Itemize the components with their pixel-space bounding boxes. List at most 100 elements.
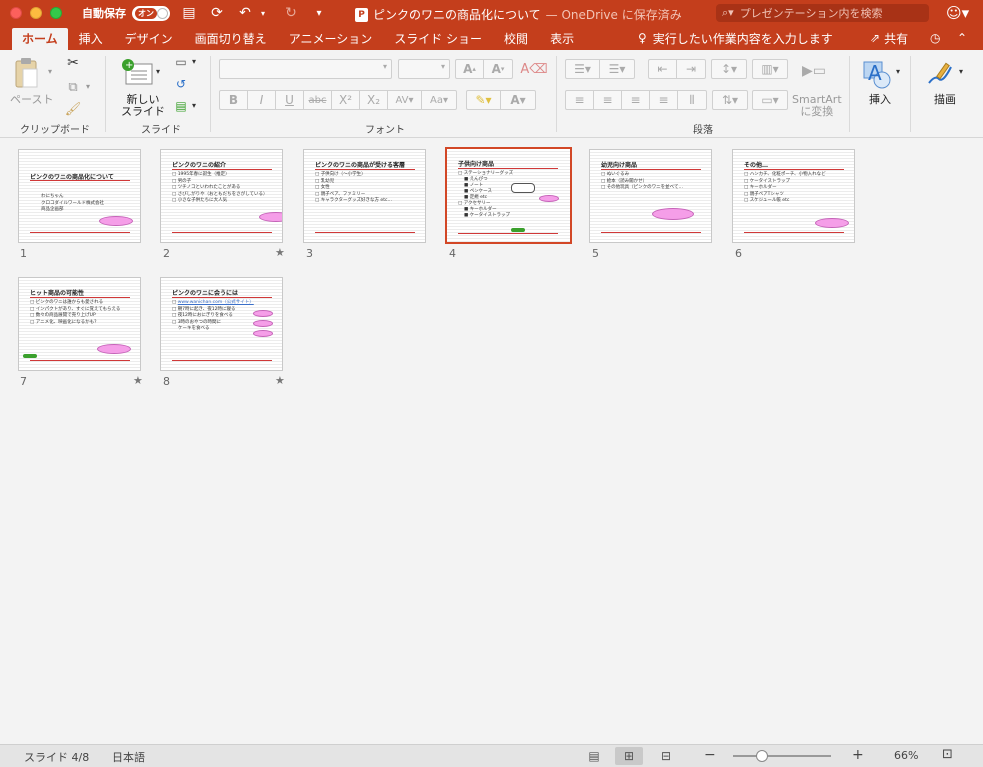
underline-icon[interactable]: U bbox=[276, 91, 304, 109]
clear-formatting-icon[interactable]: A⌫ bbox=[520, 59, 548, 79]
subscript-icon[interactable]: X₂ bbox=[360, 91, 388, 109]
slide-text-line: 商品企画部 bbox=[41, 207, 64, 212]
bullets-icon[interactable]: ☰▾ bbox=[566, 60, 600, 78]
slide-body: □ ハンカチ、化粧ポーチ、小物入れなど □ ケータイストラップ □ キーホルダー… bbox=[744, 172, 826, 205]
copy-dropdown-icon[interactable]: ▾ bbox=[84, 80, 92, 92]
cut-icon[interactable]: ✂ bbox=[64, 54, 82, 72]
copy-icon[interactable]: ⧉ bbox=[64, 78, 82, 96]
paste-button[interactable] bbox=[10, 56, 42, 90]
tab-insert[interactable]: 挿入 bbox=[68, 28, 114, 50]
justify-icon[interactable]: ≡ bbox=[650, 91, 678, 109]
align-left-icon[interactable]: ≡ bbox=[566, 91, 594, 109]
change-case-icon[interactable]: Aa▾ bbox=[422, 91, 456, 109]
tab-transitions[interactable]: 画面切り替え bbox=[184, 28, 278, 50]
bold-icon[interactable]: B bbox=[220, 91, 248, 109]
decrease-indent-icon[interactable]: ⇤ bbox=[649, 60, 677, 78]
align-text-icon[interactable]: ▭▾ bbox=[753, 91, 787, 109]
slide-bullet: □ その他玩具（ピンクのワニを並べて… bbox=[601, 185, 684, 190]
close-window-button[interactable] bbox=[10, 7, 22, 19]
slide-thumbnail-5[interactable]: 幼児向け商品 □ ぬいぐるみ □ 絵本（読み聞かせ） □ その他玩具（ピンクのワ… bbox=[589, 149, 712, 243]
group-label-font: フォント bbox=[365, 125, 405, 136]
zoom-slider-handle[interactable] bbox=[756, 750, 769, 762]
font-color-icon[interactable]: A▾ bbox=[501, 91, 535, 109]
layout-dropdown-icon[interactable]: ▾ bbox=[190, 56, 198, 66]
increase-font-size-icon[interactable]: A ▴ bbox=[456, 60, 484, 78]
slide-sorter-view-icon[interactable]: ⊞ bbox=[615, 747, 643, 765]
tab-home[interactable]: ホーム bbox=[12, 28, 68, 50]
tab-review[interactable]: 校閲 bbox=[493, 28, 539, 50]
draw-dropdown-icon[interactable]: ▾ bbox=[957, 66, 965, 76]
language-indicator[interactable]: 日本語 bbox=[112, 749, 145, 765]
slide-thumbnail-7[interactable]: ヒット商品の可能性 □ ピンクのワニは誰からも愛される □ インパクトがあり、す… bbox=[18, 277, 141, 371]
autosave-toggle[interactable]: オン bbox=[132, 5, 170, 21]
numbering-icon[interactable]: ☰▾ bbox=[600, 60, 634, 78]
zoom-slider[interactable] bbox=[733, 755, 831, 757]
section-dropdown-icon[interactable]: ▾ bbox=[190, 100, 198, 110]
slide-title: ピンクのワニの商品が受ける客層 bbox=[315, 162, 406, 169]
slide-thumbnail-3[interactable]: ピンクのワニの商品が受ける客層 □ 子供向け（～小学生） □ 乳幼児 □ 女性 … bbox=[303, 149, 426, 243]
smartart-icon[interactable]: ▶▭ bbox=[794, 58, 834, 84]
insert-shapes-button[interactable]: A bbox=[860, 56, 894, 92]
tab-view[interactable]: 表示 bbox=[539, 28, 585, 50]
animation-star-icon[interactable]: ★ bbox=[133, 374, 143, 387]
tab-slideshow[interactable]: スライド ショー bbox=[383, 28, 493, 50]
slide-indicator: スライド 4/8 bbox=[24, 751, 90, 764]
history-icon[interactable]: ◷ bbox=[930, 26, 940, 50]
strikethrough-icon[interactable]: abc bbox=[304, 91, 332, 109]
draw-button[interactable] bbox=[922, 56, 958, 92]
layout-icon[interactable]: ▭ bbox=[172, 54, 190, 70]
smartart-label[interactable]: SmartArt に変換 bbox=[792, 94, 842, 118]
share-button[interactable]: ⇗ 共有 bbox=[870, 26, 908, 50]
green-crocodile-image bbox=[23, 354, 37, 358]
save-sync-icon[interactable]: ⟳ bbox=[208, 4, 226, 22]
sidebar-icon[interactable]: ▤ bbox=[180, 4, 198, 22]
slide-thumbnail-4[interactable]: 子供向け商品 □ ステーショナリーグッズ ■ えんぴつ ■ ノート ■ ペンケー… bbox=[445, 147, 572, 244]
feedback-smiley-icon[interactable]: ☺▾ bbox=[946, 4, 969, 22]
fit-to-window-icon[interactable]: ⊡ bbox=[942, 747, 953, 762]
insert-dropdown-icon[interactable]: ▾ bbox=[894, 66, 902, 76]
distributed-icon[interactable]: ⫴ bbox=[678, 91, 706, 109]
animation-star-icon[interactable]: ★ bbox=[275, 374, 285, 387]
new-slide-dropdown-icon[interactable]: ▾ bbox=[154, 66, 162, 76]
zoom-level[interactable]: 66% bbox=[894, 749, 918, 762]
highlight-color-icon[interactable]: ✎▾ bbox=[467, 91, 501, 109]
tab-animations[interactable]: アニメーション bbox=[278, 28, 384, 50]
align-right-icon[interactable]: ≡ bbox=[622, 91, 650, 109]
section-icon[interactable]: ▤ bbox=[172, 98, 190, 114]
italic-icon[interactable]: I bbox=[248, 91, 276, 109]
normal-view-icon[interactable]: ▤ bbox=[580, 747, 608, 765]
decrease-font-size-icon[interactable]: A ▾ bbox=[484, 60, 512, 78]
zoom-out-icon[interactable]: − bbox=[704, 747, 716, 763]
slide-thumbnail-1[interactable]: ピンクのワニの商品化について わにちゃん クロコダイルワールド株式会社 商品企画… bbox=[18, 149, 141, 243]
format-painter-icon[interactable]: 🖌 bbox=[64, 100, 82, 118]
minimize-window-button[interactable] bbox=[30, 7, 42, 19]
line-spacing-icon[interactable]: ↕▾ bbox=[712, 60, 746, 78]
animation-star-icon[interactable]: ★ bbox=[275, 246, 285, 259]
undo-dropdown-icon[interactable]: ▾ bbox=[254, 4, 272, 22]
zoom-in-icon[interactable]: + bbox=[852, 747, 864, 763]
maximize-window-button[interactable] bbox=[50, 7, 62, 19]
search-field[interactable]: ⌕▾ プレゼンテーション内を検索 bbox=[716, 4, 929, 22]
align-center-icon[interactable]: ≡ bbox=[594, 91, 622, 109]
paste-dropdown-icon[interactable]: ▾ bbox=[46, 66, 54, 76]
collapse-ribbon-icon[interactable]: ⌃ bbox=[957, 26, 967, 50]
redo-icon[interactable]: ↻ bbox=[282, 4, 300, 22]
customize-toolbar-icon[interactable]: ▾ bbox=[310, 4, 328, 22]
reset-slide-icon[interactable]: ↺ bbox=[172, 76, 190, 92]
font-family-select[interactable]: ▾ bbox=[219, 59, 392, 79]
new-slide-button[interactable]: + bbox=[118, 56, 156, 90]
font-size-select[interactable]: ▾ bbox=[398, 59, 450, 79]
slide-thumbnail-2[interactable]: ピンクのワニの紹介 □ 1995年春に誕生（推定） □ 男の子 □ ツチノコとい… bbox=[160, 149, 283, 243]
undo-icon[interactable]: ↶ bbox=[236, 4, 254, 22]
tell-me-box[interactable]: ♀ 実行したい作業内容を入力します bbox=[638, 26, 833, 50]
character-spacing-icon[interactable]: AV▾ bbox=[388, 91, 422, 109]
superscript-icon[interactable]: X² bbox=[332, 91, 360, 109]
slide-sorter: ピンクのワニの商品化について わにちゃん クロコダイルワールド株式会社 商品企画… bbox=[0, 139, 983, 744]
slide-thumbnail-8[interactable]: ピンクのワニに会うには □ www.wanichan.com（公式サイト） □ … bbox=[160, 277, 283, 371]
reading-view-icon[interactable]: ⊟ bbox=[652, 747, 680, 765]
increase-indent-icon[interactable]: ⇥ bbox=[677, 60, 705, 78]
text-direction-icon[interactable]: ⇅▾ bbox=[713, 91, 747, 109]
tab-design[interactable]: デザイン bbox=[114, 28, 184, 50]
columns-icon[interactable]: ▥▾ bbox=[753, 60, 787, 78]
slide-thumbnail-6[interactable]: その他… □ ハンカチ、化粧ポーチ、小物入れなど □ ケータイストラップ □ キ… bbox=[732, 149, 855, 243]
